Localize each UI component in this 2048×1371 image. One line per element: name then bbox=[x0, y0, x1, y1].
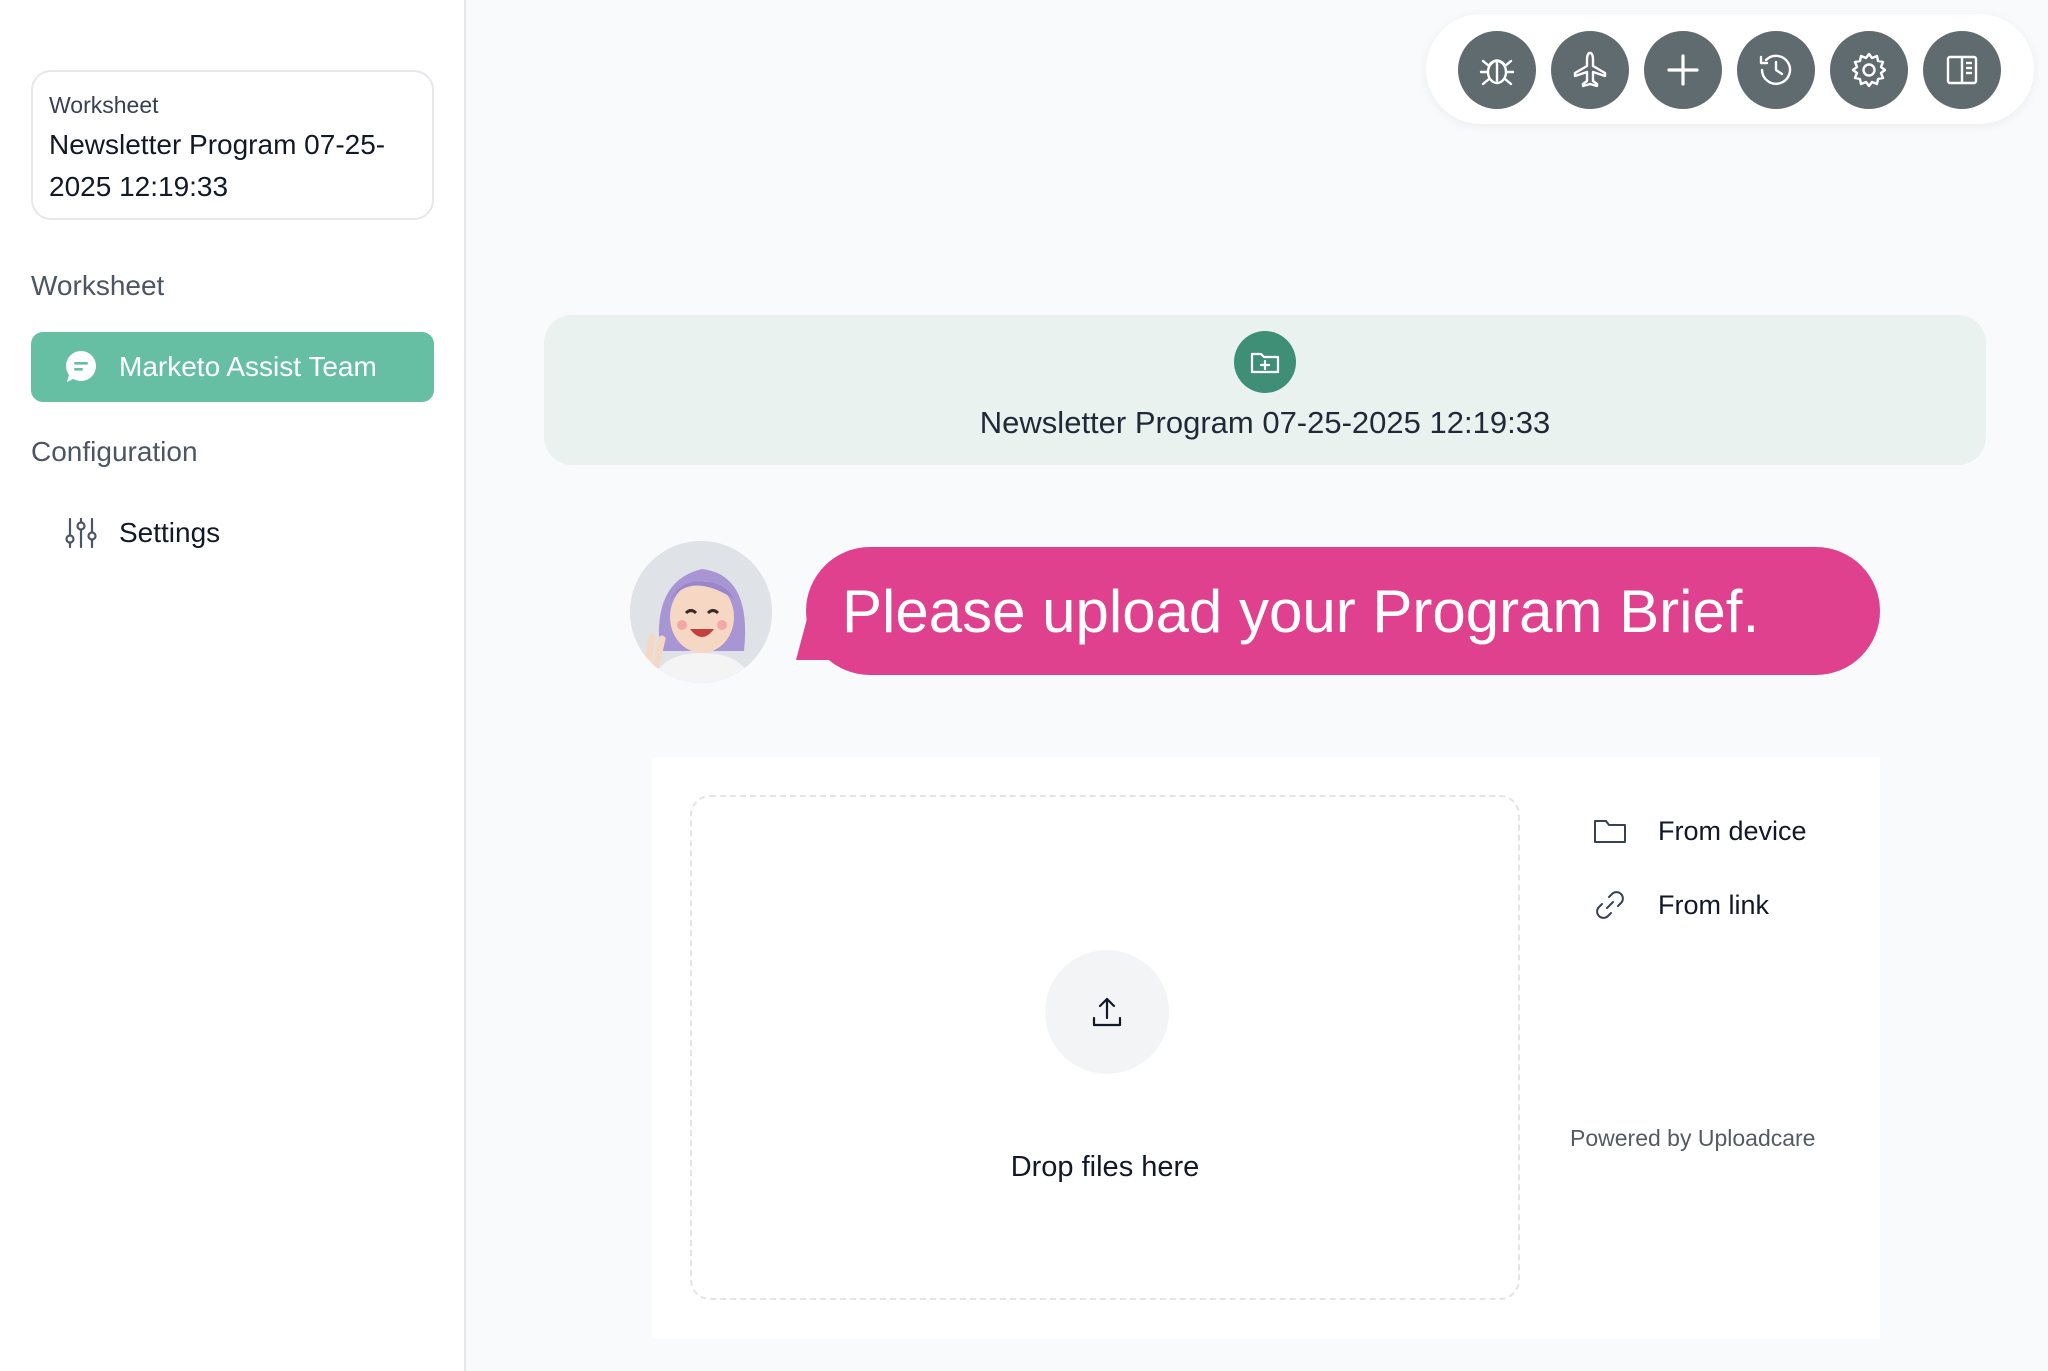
sidebar: Worksheet Newsletter Program 07-25-2025 … bbox=[0, 0, 466, 1371]
gear-icon bbox=[1851, 52, 1887, 88]
upload-icon bbox=[1092, 997, 1122, 1027]
add-button[interactable] bbox=[1644, 31, 1722, 109]
chat-bubble-icon bbox=[63, 349, 99, 385]
panel-icon bbox=[1946, 55, 1978, 85]
flight-button[interactable] bbox=[1551, 31, 1629, 109]
toolbar bbox=[1426, 14, 2034, 124]
from-device-label: From device bbox=[1658, 815, 1807, 846]
sidebar-item-label: Marketo Assist Team bbox=[119, 351, 377, 382]
sidebar-item-marketo-assist-team[interactable]: Marketo Assist Team bbox=[31, 332, 434, 402]
assistant-message-bubble: Please upload your Program Brief. bbox=[806, 547, 1880, 675]
file-uploader: Drop files here From device From link Po… bbox=[652, 757, 1880, 1339]
banner-title: Newsletter Program 07-25-2025 12:19:33 bbox=[979, 405, 1551, 440]
worksheet-banner: Newsletter Program 07-25-2025 12:19:33 bbox=[544, 315, 1986, 465]
section-heading-configuration: Configuration bbox=[31, 436, 198, 467]
from-link-label: From link bbox=[1658, 889, 1770, 920]
bug-icon bbox=[1479, 59, 1515, 86]
section-heading-worksheet: Worksheet bbox=[31, 270, 165, 301]
folder-icon bbox=[1594, 820, 1626, 843]
toggle-panel-button[interactable] bbox=[1923, 31, 2001, 109]
link-icon bbox=[1596, 891, 1624, 919]
worksheet-card-title: Newsletter Program 07-25-2025 12:19:33 bbox=[49, 129, 386, 202]
plus-icon bbox=[1667, 54, 1699, 86]
powered-by-label[interactable]: Powered by Uploadcare bbox=[1570, 1125, 1815, 1152]
settings-button[interactable] bbox=[1830, 31, 1908, 109]
upload-button[interactable] bbox=[1045, 950, 1169, 1074]
drop-zone[interactable]: Drop files here bbox=[690, 795, 1520, 1300]
worksheet-card-label: Worksheet bbox=[49, 92, 159, 118]
worksheet-card[interactable]: Worksheet Newsletter Program 07-25-2025 … bbox=[31, 70, 434, 220]
history-button[interactable] bbox=[1737, 31, 1815, 109]
from-link-option[interactable]: From link bbox=[1592, 887, 1769, 923]
history-icon bbox=[1759, 54, 1792, 85]
drop-files-label: Drop files here bbox=[1010, 1151, 1200, 1183]
sidebar-item-settings[interactable]: Settings bbox=[31, 500, 434, 566]
sidebar-item-label: Settings bbox=[119, 517, 221, 548]
assistant-avatar bbox=[630, 541, 772, 683]
sliders-icon bbox=[63, 515, 99, 551]
airplane-icon bbox=[1573, 51, 1607, 88]
folder-plus-icon bbox=[1234, 331, 1296, 393]
debug-button[interactable] bbox=[1458, 31, 1536, 109]
from-device-option[interactable]: From device bbox=[1592, 813, 1807, 849]
